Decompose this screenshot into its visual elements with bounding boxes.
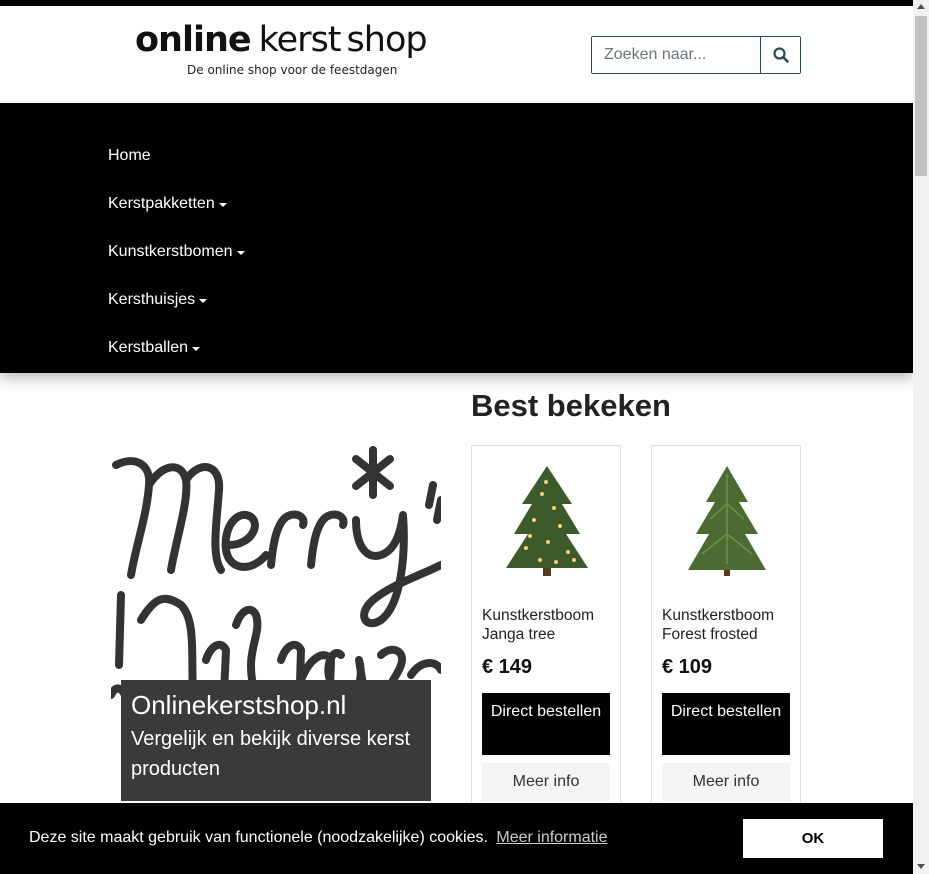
meer-info-button[interactable]: Meer info bbox=[482, 763, 610, 801]
nav-item-label: Kerstballen bbox=[108, 339, 189, 356]
logo-word-shop: shop bbox=[346, 20, 428, 60]
caret-down-icon bbox=[199, 298, 208, 303]
search-form bbox=[591, 36, 801, 74]
direct-bestellen-button[interactable]: Direct bestellen bbox=[482, 693, 610, 755]
main-nav: Home Kerstpakketten Kunstkerstbomen Kers… bbox=[0, 103, 913, 373]
cookie-banner: Deze site maakt gebruik van functionele … bbox=[0, 803, 913, 874]
cookie-text: Deze site maakt gebruik van functionele … bbox=[29, 829, 488, 846]
caret-down-icon bbox=[218, 202, 227, 207]
nav-item-home[interactable]: Home bbox=[108, 147, 151, 165]
product-name[interactable]: Kunstkerstboom Janga tree bbox=[482, 606, 617, 644]
direct-bestellen-button[interactable]: Direct bestellen bbox=[662, 693, 790, 755]
hero-title: Onlinekerstshop.nl bbox=[131, 690, 347, 720]
search-button[interactable] bbox=[760, 37, 800, 73]
nav-item-label: Kerstpakketten bbox=[108, 195, 215, 212]
cookie-ok-button[interactable]: OK bbox=[743, 819, 883, 858]
logo-tagline: De online shop voor de feestdagen bbox=[187, 63, 398, 77]
page-scrollbar[interactable] bbox=[913, 0, 929, 874]
caret-down-icon bbox=[192, 346, 201, 351]
site-header: online kerst shop De online shop voor de… bbox=[0, 6, 913, 103]
product-card: Kunstkerstboom Forest frosted € 109 Dire… bbox=[651, 445, 801, 825]
search-input[interactable] bbox=[592, 37, 760, 73]
scroll-thumb[interactable] bbox=[915, 16, 927, 176]
product-name[interactable]: Kunstkerstboom Forest frosted bbox=[662, 606, 797, 644]
cookie-message: Deze site maakt gebruik van functionele … bbox=[29, 829, 608, 847]
meer-info-button[interactable]: Meer info bbox=[662, 763, 790, 801]
caret-down-icon bbox=[236, 250, 245, 255]
nav-item-label: Kersthuisjes bbox=[108, 291, 196, 308]
hero-caption: Onlinekerstshop.nl Vergelijk en bekijk d… bbox=[121, 680, 431, 801]
nav-item-label: Kunstkerstbomen bbox=[108, 243, 233, 260]
nav-item-kersthuisjes[interactable]: Kersthuisjes bbox=[108, 291, 208, 309]
scroll-up-arrow-icon[interactable] bbox=[917, 4, 925, 9]
christmas-tree-image[interactable] bbox=[682, 464, 772, 579]
logo-word-online: online bbox=[135, 20, 252, 60]
cookie-more-info-link[interactable]: Meer informatie bbox=[496, 829, 607, 846]
nav-item-label: Home bbox=[108, 147, 151, 164]
hero-subtitle: Vergelijk en bekijk diverse kerst produc… bbox=[131, 728, 411, 780]
scroll-down-arrow-icon[interactable] bbox=[917, 864, 925, 869]
search-icon bbox=[772, 47, 789, 63]
christmas-tree-image[interactable] bbox=[502, 464, 592, 579]
product-card: Kunstkerstboom Janga tree € 149 Direct b… bbox=[471, 445, 621, 825]
nav-item-kunstkerstbomen[interactable]: Kunstkerstbomen bbox=[108, 243, 245, 261]
logo-word-kerst: kerst bbox=[258, 20, 342, 60]
product-price: € 149 bbox=[482, 656, 533, 678]
best-bekeken-title: Best bekeken bbox=[471, 388, 671, 423]
product-price: € 109 bbox=[662, 656, 713, 678]
nav-item-kerstballen[interactable]: Kerstballen bbox=[108, 339, 201, 357]
logo-wordmark: online kerst shop bbox=[135, 20, 455, 60]
nav-item-kerstpakketten[interactable]: Kerstpakketten bbox=[108, 195, 227, 213]
site-logo[interactable]: online kerst shop De online shop voor de… bbox=[135, 20, 455, 80]
